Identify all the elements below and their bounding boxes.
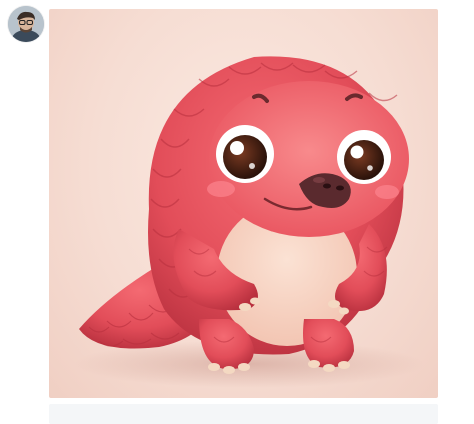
user-avatar-icon xyxy=(8,6,44,42)
user-avatar[interactable] xyxy=(8,6,44,42)
generated-image[interactable] xyxy=(49,9,438,398)
pangolin-illustration-icon xyxy=(74,56,424,388)
bottom-strip xyxy=(49,404,438,424)
